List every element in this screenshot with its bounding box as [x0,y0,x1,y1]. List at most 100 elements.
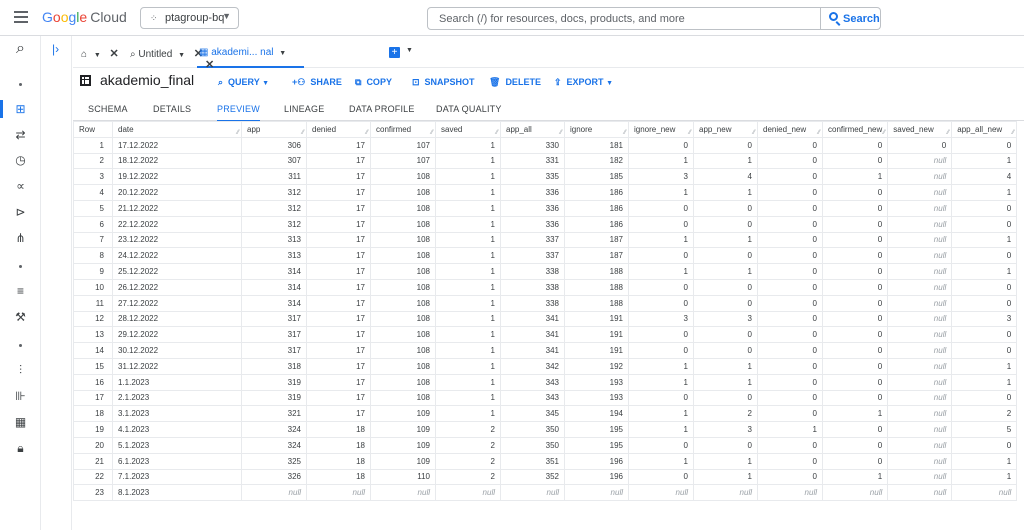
table-cell[interactable]: 312 [241,199,307,217]
table-cell[interactable]: 0 [951,247,1018,265]
table-cell[interactable]: 0 [757,373,823,391]
table-cell[interactable]: 17 [306,405,371,423]
column-resize-icon[interactable]: ⁄⁄ [431,130,433,136]
table-cell[interactable]: 0 [821,436,889,454]
table-cell[interactable]: 1 [693,231,758,249]
table-cell[interactable]: 314 [241,263,307,280]
table-cell[interactable]: 313 [241,247,307,265]
column-header[interactable]: saved ⁄⁄ [435,121,501,138]
table-cell[interactable]: 7.1.2023 [112,468,242,486]
table-cell[interactable]: 195 [564,436,629,454]
table-cell[interactable]: null [887,484,953,502]
table-cell[interactable]: 17 [306,389,371,407]
table-cell[interactable]: 110 [370,468,436,486]
table-cell[interactable]: 0 [628,199,694,217]
table-cell[interactable]: 0 [951,436,1018,454]
table-cell[interactable]: 17 [306,199,371,217]
table-cell[interactable]: 1 [693,468,758,486]
row-number[interactable]: 5 [73,199,113,217]
table-cell[interactable]: 312 [241,184,307,201]
table-cell[interactable]: 1 [435,405,501,423]
column-resize-icon[interactable]: ⁄⁄ [947,130,949,136]
column-header[interactable]: confirmed ⁄⁄ [370,121,436,138]
table-cell[interactable]: null [887,342,953,359]
table-cell[interactable]: 1 [435,247,501,265]
table-cell[interactable]: 31.12.2022 [112,357,242,375]
table-cell[interactable]: 341 [500,342,565,359]
row-number[interactable]: 23 [73,484,113,502]
table-cell[interactable]: 0 [821,357,889,375]
column-resize-icon[interactable]: ⁄⁄ [237,130,239,136]
table-cell[interactable]: 0 [951,199,1018,217]
column-resize-icon[interactable]: ⁄⁄ [302,130,304,136]
table-cell[interactable]: 337 [500,247,565,265]
table-cell[interactable]: 1 [951,373,1018,391]
table-cell[interactable]: 195 [564,421,629,438]
table-cell[interactable]: 194 [564,405,629,423]
table-cell[interactable]: 0 [628,136,694,154]
table-cell[interactable]: 0 [693,278,758,296]
table-cell[interactable]: 0 [821,231,889,249]
export-button[interactable]: ⇪ EXPORT ▼ [554,77,613,88]
table-cell[interactable]: 8.1.2023 [112,484,242,502]
table-cell[interactable]: null [887,263,953,280]
table-cell[interactable]: 22.12.2022 [112,215,242,233]
table-cell[interactable]: 343 [500,389,565,407]
table-cell[interactable]: 187 [564,231,629,249]
table-cell[interactable]: 321 [241,405,307,423]
table-cell[interactable]: 0 [693,136,758,154]
transfers-icon[interactable]: ⇄ [0,126,41,144]
table-cell[interactable]: 1 [435,184,501,201]
table-cell[interactable]: 330 [500,136,565,154]
column-resize-icon[interactable]: ⁄⁄ [883,130,885,136]
table-cell[interactable]: 0 [821,294,889,312]
table-cell[interactable]: null [887,405,953,423]
tab-preview[interactable]: PREVIEW [217,104,260,122]
table-cell[interactable]: 2.1.2023 [112,389,242,407]
table-cell[interactable]: 319 [241,389,307,407]
row-number[interactable]: 2 [73,152,113,170]
table-cell[interactable]: 181 [564,136,629,154]
table-cell[interactable]: 6.1.2023 [112,452,242,470]
table-cell[interactable]: 1 [435,215,501,233]
table-cell[interactable]: 26.12.2022 [112,278,242,296]
table-cell[interactable]: 1 [435,168,501,186]
table-cell[interactable]: 4 [951,168,1018,186]
table-cell[interactable]: 191 [564,342,629,359]
table-cell[interactable]: 1 [693,373,758,391]
table-cell[interactable]: 108 [370,294,436,312]
table-cell[interactable]: null [887,421,953,438]
table-cell[interactable]: null [887,389,953,407]
table-cell[interactable]: 0 [821,342,889,359]
table-cell[interactable]: 1 [693,452,758,470]
table-cell[interactable]: 23.12.2022 [112,231,242,249]
table-cell[interactable]: null [887,357,953,375]
column-resize-icon[interactable]: ⁄⁄ [624,130,626,136]
column-header[interactable]: saved_new ⁄⁄ [887,121,953,138]
table-cell[interactable]: 188 [564,263,629,280]
table-cell[interactable]: 0 [821,326,889,344]
table-cell[interactable]: 109 [370,436,436,454]
table-cell[interactable]: 0 [693,247,758,265]
table-cell[interactable]: null [887,215,953,233]
table-cell[interactable]: 108 [370,310,436,328]
snapshot-button[interactable]: ⊡ SNAPSHOT [412,77,475,88]
table-cell[interactable]: 0 [951,294,1018,312]
table-cell[interactable]: 1 [435,263,501,280]
table-cell[interactable]: 5 [951,421,1018,438]
row-number[interactable]: 1 [73,136,113,154]
table-cell[interactable]: 108 [370,247,436,265]
table-cell[interactable]: 1 [435,294,501,312]
google-cloud-logo[interactable]: Google Cloud [42,9,127,25]
table-cell[interactable]: 108 [370,263,436,280]
chevron-down-icon[interactable]: ▼ [94,52,101,59]
row-number[interactable]: 11 [73,294,113,312]
table-cell[interactable]: 108 [370,215,436,233]
table-cell[interactable]: 17 [306,247,371,265]
table-cell[interactable]: 317 [241,342,307,359]
search-button[interactable]: Search [821,7,881,30]
table-cell[interactable]: 19.12.2022 [112,168,242,186]
column-header[interactable]: ignore_new ⁄⁄ [628,121,694,138]
table-cell[interactable]: 0 [757,342,823,359]
table-cell[interactable]: 0 [693,326,758,344]
